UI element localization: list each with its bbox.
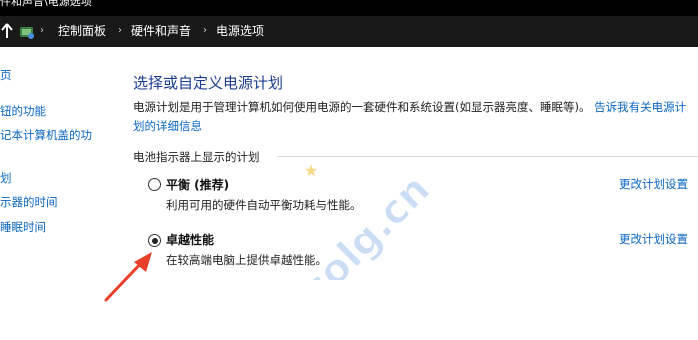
breadcrumb-chevron-icon[interactable]: › [203,24,207,38]
sidebar-item-sleep-time[interactable]: 睡眠时间 [0,219,46,235]
learn-more-link-continued[interactable]: 划的详细信息 [133,117,698,136]
description-text: 电源计划是用于管理计算机如何使用电源的一套硬件和系统设置(如显示器亮度、睡眠等)… [133,100,591,114]
radio-selected-dot [151,237,158,244]
learn-more-link[interactable]: 告诉我有关电源计 [594,100,686,114]
breadcrumb-hardware-sound[interactable]: 硬件和声音 [131,24,191,38]
plan-ultimate-radio[interactable] [148,234,161,247]
breadcrumb-chevron-icon[interactable]: › [40,24,44,38]
breadcrumb-control-panel[interactable]: 控制面板 [58,24,106,38]
sidebar-item-display-off[interactable]: 示器的时间 [0,194,58,210]
plan-ultimate-change-link[interactable]: 更改计划设置 [619,231,688,247]
breadcrumb-power-options[interactable]: 电源选项 [216,24,264,38]
page-description: 电源计划是用于管理计算机如何使用电源的一套硬件和系统设置(如显示器亮度、睡眠等)… [133,98,698,136]
annotation-arrow-icon [104,252,152,302]
sidebar-item-lid-close[interactable]: 记本计算机盖的功 [0,127,92,143]
plan-balanced-change-link[interactable]: 更改计划设置 [619,176,688,192]
window-title: 件和声音\电源选项 [0,0,92,8]
sidebar-item-power-buttons[interactable]: 钮的功能 [0,103,46,119]
up-arrow-icon[interactable] [0,22,14,40]
control-panel-icon [20,27,34,39]
plan-ultimate-name[interactable]: 卓越性能 [166,231,214,248]
page-title: 选择或自定义电源计划 [133,74,284,92]
plan-balanced-radio[interactable] [148,178,161,191]
watermark-logo: colg.cn ★ [292,161,438,280]
section-label: 电池指示器上显示的计划 [133,150,260,164]
star-icon: ★ [304,161,318,180]
watermark-text: colg.cn [293,166,438,280]
breadcrumb-chevron-icon[interactable]: › [118,24,122,38]
sidebar-item-create-plan[interactable]: 划 [0,170,12,186]
plan-balanced-name[interactable]: 平衡 (推荐) [166,176,229,193]
sidebar-item-home[interactable]: 页 [0,67,12,83]
address-bar[interactable]: › 控制面板 › 硬件和声音 › 电源选项 [0,16,698,47]
window-titlebar: 件和声音\电源选项 [0,0,698,16]
